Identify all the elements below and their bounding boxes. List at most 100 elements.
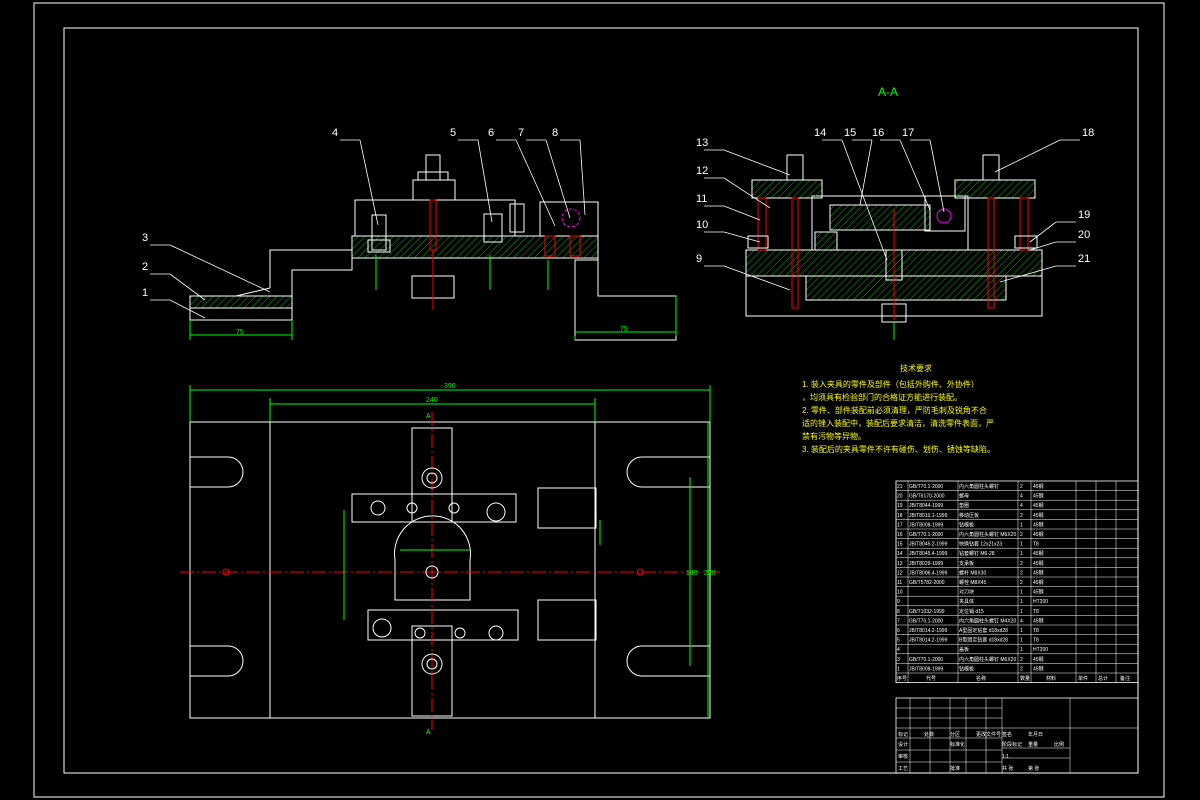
balloon-number: 15 [844, 127, 856, 139]
bom-cell-qty: 1 [1020, 638, 1023, 644]
balloon-number: 19 [1078, 209, 1090, 221]
balloon-number: 7 [518, 127, 524, 139]
balloon-number: 5 [450, 127, 456, 139]
title-block-cell: 工艺 [898, 766, 908, 772]
bom-row: 3 GB/T70.1-2000 内六角圆柱头螺钉 M6X20 2 45钢 [897, 656, 1044, 663]
balloon-7: 7 [518, 127, 571, 219]
title-block-cell: 标准化 [950, 741, 965, 748]
bom-cell-no: 20 [897, 494, 903, 500]
bom-cell-qty: 1 [1020, 628, 1023, 634]
title-block-cell: 1:1 [1002, 754, 1009, 760]
bom-cell-code: GB/T70.1-2000 [909, 657, 943, 663]
title-block-cell: 共 张 [1002, 765, 1013, 772]
cad-drawing: A-A 1234 5 6 7 891011121314 15 16 17 18192021 75… [33, 2, 1165, 798]
bom-cell-mat: HT200 [1033, 647, 1048, 653]
balloon-number: 8 [552, 127, 558, 139]
bom-cell-qty: 2 [1020, 561, 1023, 567]
section-view [745, 154, 1043, 340]
balloon-number: 17 [902, 127, 914, 139]
bom-cell-no: 11 [897, 580, 902, 586]
bom-cell-name: 对刀块 [959, 589, 974, 596]
balloon-16: 16 [872, 127, 931, 211]
balloon-number: 1 [142, 287, 148, 299]
bom-cell-no: 18 [897, 513, 903, 519]
bom-row: 19 JB/T8044-1999 垫圈 4 45钢 [897, 502, 1044, 509]
bom-cell-qty: 1 [1020, 609, 1023, 615]
bom-cell-qty: 1 [1020, 590, 1023, 596]
section-title: A-A [878, 85, 898, 99]
bill-of-materials: 21 GB/T70.1-2000 内六角圆柱头螺钉 2 45钢20 GB/T6170-20… [895, 480, 1139, 684]
bom-cell-code: JB/T8014.2-1999 [909, 638, 948, 644]
balloon-3: 3 [142, 232, 271, 293]
dim-390: 390 [444, 383, 456, 390]
balloon-13: 13 [696, 137, 791, 176]
bom-row: 11 GB/T5782-2000 螺栓 M8X45 2 45钢 [897, 579, 1044, 586]
bom-cell-no: 1 [897, 666, 900, 672]
bom-cell-mat: 45钢 [1033, 493, 1044, 500]
balloon-11: 11 [696, 193, 761, 221]
title-block-cell: 标记 [898, 731, 908, 738]
bom-cell-code: GB/T70.1-2000 [909, 618, 943, 624]
balloon-number: 11 [696, 193, 707, 205]
bom-cell-name: 定位销 d15 [959, 608, 984, 615]
balloon-15: 15 [844, 127, 873, 206]
section-mark-top: A [426, 413, 431, 420]
balloon-number: 21 [1078, 253, 1090, 265]
title-block-cell: 更改文件号 [976, 731, 1001, 738]
bom-cell-qty: 1 [1020, 647, 1023, 653]
bom-cell-code: GB/T70.1-2000 [909, 484, 943, 490]
bom-header: 序号 代号 名称 数量 材料 单件 总计 备注 [897, 675, 1130, 682]
bom-header-cell: 名称 [976, 675, 986, 682]
bom-row: 10 对刀块 1 45钢 [897, 589, 1044, 596]
note-line: 适的锉入装配中，装配后要求清洁，清洗零件表面，严 [802, 418, 994, 428]
bom-row: 20 GB/T6170-2000 螺母 4 45钢 [897, 493, 1044, 500]
bom-cell-code: JB/T8008-1999 [909, 522, 943, 528]
note-line: 禁有污物等异物。 [802, 431, 866, 441]
bom-cell-name: 钻套螺钉 M6-28 [959, 550, 995, 557]
bom-cell-mat: T8 [1033, 638, 1039, 644]
bom-cell-code: JB/T8044-1999 [909, 503, 943, 509]
bom-cell-qty: 1 [1020, 551, 1023, 557]
bom-cell-mat: 45钢 [1033, 521, 1044, 528]
bom-cell-qty: 1 [1020, 599, 1023, 605]
bom-cell-name: A型固定钻套 d18xd28 [959, 627, 1008, 634]
bom-row: 4 盖板 1 HT200 [897, 646, 1048, 653]
title-block-cell: 阶段标记 [1002, 741, 1022, 748]
bom-cell-no: 21 [897, 484, 903, 490]
bom-cell-name: 内六角圆柱头螺钉 M6X20 [959, 656, 1016, 663]
bom-cell-mat: 45钢 [1033, 579, 1044, 586]
bom-row: 13 JB/T8029-1999 支承板 2 45钢 [897, 560, 1044, 567]
dim-75-right: 75 [620, 326, 628, 333]
top-view [180, 385, 720, 730]
bom-cell-no: 12 [897, 570, 903, 576]
bom-row: 1 JB/T8008-1999 钻模板 2 45钢 [897, 665, 1044, 672]
bom-row: 5 JB/T8014.2-1999 B型固定钻套 d18xd28 1 T8 [897, 637, 1039, 644]
bom-row: 9 夹具体 1 HT200 [897, 598, 1048, 605]
bom-cell-qty: 4 [1020, 503, 1023, 509]
balloon-number: 9 [696, 253, 702, 265]
bom-cell-no: 17 [897, 522, 903, 528]
balloon-number: 4 [332, 127, 338, 139]
dim-220: 220 [704, 570, 716, 577]
title-block-row: 设计 标准化 阶段标记 重量 比例 [898, 741, 1064, 748]
bom-cell-code: GB/T70.1-2000 [909, 532, 943, 538]
balloon-number: 6 [488, 127, 494, 139]
title-block-cell: 处数 [924, 731, 934, 738]
bom-cell-code: JB/T8006.4-1999 [909, 570, 948, 576]
balloon-10: 10 [696, 219, 761, 243]
bom-cell-mat: 45钢 [1033, 617, 1044, 624]
bom-header-cell: 代号 [926, 675, 936, 682]
bom-cell-name: 内六角圆柱头螺钉 M4X20 [959, 617, 1016, 624]
balloon-17: 17 [902, 127, 945, 213]
bom-header-cell: 序号 [897, 675, 907, 682]
bom-cell-mat: 45钢 [1033, 502, 1044, 509]
balloon-6: 6 [488, 127, 556, 227]
title-block-cell: 审核 [898, 753, 908, 760]
bom-header-cell: 材料 [1046, 675, 1056, 682]
bom-row: 14 JB/T8045.4-1999 钻套螺钉 M6-28 1 45钢 [897, 550, 1044, 557]
bom-cell-name: 螺母 [959, 493, 969, 500]
balloon-number: 13 [696, 137, 708, 149]
bom-cell-qty: 2 [1020, 666, 1023, 672]
bom-cell-mat: 45钢 [1033, 512, 1044, 519]
bom-header-cell: 数量 [1020, 675, 1030, 682]
